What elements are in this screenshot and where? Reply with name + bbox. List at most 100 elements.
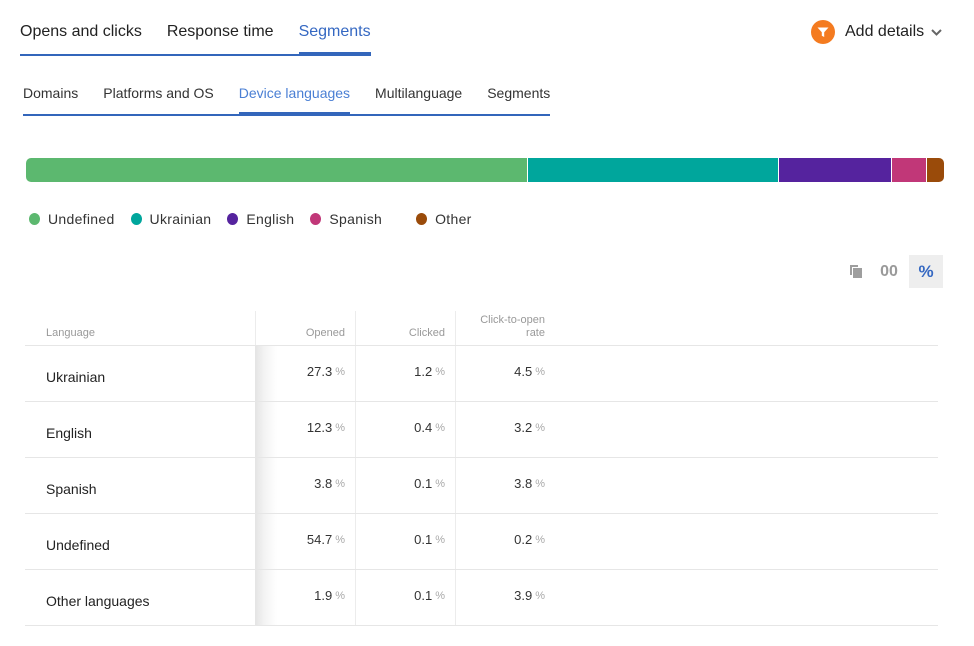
cell-spacer bbox=[555, 458, 938, 513]
percent-unit: % bbox=[435, 365, 445, 378]
subtab-platforms-and-os[interactable]: Platforms and OS bbox=[103, 70, 214, 116]
bar-segment-undefined[interactable] bbox=[26, 158, 529, 182]
add-details-label: Add details bbox=[845, 23, 925, 40]
absolute-values-toggle[interactable]: 00 bbox=[869, 255, 909, 288]
chart-legend: Undefined Ukrainian English Spanish Other bbox=[29, 211, 488, 227]
cell-value: 3.8 bbox=[314, 476, 333, 491]
cell-clicked: 0.1% bbox=[355, 514, 455, 569]
legend-item-other[interactable]: Other bbox=[416, 211, 472, 227]
percent-unit: % bbox=[335, 533, 345, 546]
cell-cto: 0.2% bbox=[455, 514, 555, 569]
report-tabs: Opens and clicks Response time Segments bbox=[20, 0, 371, 56]
cell-cto: 3.9% bbox=[455, 570, 555, 625]
header-cto-line2: rate bbox=[526, 327, 545, 339]
cell-clicked: 0.1% bbox=[355, 458, 455, 513]
percent-unit: % bbox=[335, 365, 345, 378]
legend-dot-icon bbox=[310, 213, 322, 225]
tab-segments[interactable]: Segments bbox=[298, 0, 371, 56]
cell-opened: 3.8% bbox=[255, 458, 355, 513]
legend-dot-icon bbox=[227, 213, 239, 225]
cell-value: 1.2 bbox=[414, 364, 433, 379]
copy-icon[interactable] bbox=[843, 255, 869, 288]
cell-value: 4.5 bbox=[514, 364, 533, 379]
cell-spacer bbox=[555, 402, 938, 457]
bar-segment-ukrainian[interactable] bbox=[528, 158, 779, 182]
add-details-button[interactable]: Add details bbox=[811, 20, 942, 44]
percent-unit: % bbox=[535, 477, 545, 490]
chevron-down-icon bbox=[930, 27, 942, 37]
cell-clicked: 0.1% bbox=[355, 570, 455, 625]
bar-segment-spanish[interactable] bbox=[891, 158, 927, 182]
percent-unit: % bbox=[535, 421, 545, 434]
cell-value: 1.9 bbox=[314, 588, 333, 603]
percent-unit: % bbox=[535, 589, 545, 602]
subtab-device-languages[interactable]: Device languages bbox=[238, 70, 351, 116]
legend-label: Other bbox=[435, 211, 472, 227]
legend-dot-icon bbox=[416, 213, 428, 225]
header-spacer bbox=[555, 311, 938, 345]
percent-unit: % bbox=[435, 421, 445, 434]
percent-unit: % bbox=[535, 365, 545, 378]
bar-segment-english[interactable] bbox=[778, 158, 892, 182]
cell-value: 27.3 bbox=[306, 364, 333, 379]
cell-cto: 4.5% bbox=[455, 346, 555, 401]
cell-language: Undefined bbox=[46, 536, 110, 553]
segment-tabs: Domains Platforms and OS Device language… bbox=[23, 70, 551, 116]
cell-language: Spanish bbox=[46, 480, 97, 497]
cell-opened: 12.3% bbox=[255, 402, 355, 457]
header-language[interactable]: Language bbox=[25, 311, 255, 345]
cell-language: Ukrainian bbox=[46, 368, 106, 385]
cell-clicked: 0.4% bbox=[355, 402, 455, 457]
legend-dot-icon bbox=[29, 213, 40, 225]
cell-clicked: 1.2% bbox=[355, 346, 455, 401]
legend-dot-icon bbox=[130, 213, 142, 225]
cell-value: 0.2 bbox=[514, 532, 533, 547]
language-share-bar bbox=[26, 158, 944, 182]
cell-opened: 54.7% bbox=[255, 514, 355, 569]
cell-value: 0.1 bbox=[414, 476, 433, 491]
cell-spacer bbox=[555, 514, 938, 569]
legend-label: Undefined bbox=[48, 211, 115, 227]
cell-value: 3.9 bbox=[514, 588, 533, 603]
cell-opened: 1.9% bbox=[255, 570, 355, 625]
header-cto-line1: Click-to-open bbox=[480, 314, 545, 326]
subtab-segments[interactable]: Segments bbox=[487, 70, 550, 116]
cell-value: 54.7 bbox=[306, 532, 333, 547]
subtab-multilanguage[interactable]: Multilanguage bbox=[375, 70, 462, 116]
legend-label: English bbox=[246, 211, 295, 227]
languages-table: Language Opened Clicked Click-to-open ra… bbox=[25, 311, 938, 626]
bar-segment-other[interactable] bbox=[926, 158, 944, 182]
cell-spacer bbox=[555, 346, 938, 401]
header-clicked[interactable]: Clicked bbox=[355, 311, 455, 345]
cell-value: 3.8 bbox=[514, 476, 533, 491]
funnel-icon bbox=[811, 20, 835, 44]
tab-opens-and-clicks[interactable]: Opens and clicks bbox=[20, 0, 142, 56]
cell-cto: 3.8% bbox=[455, 458, 555, 513]
view-toggles: 00 % bbox=[843, 255, 943, 288]
table-row: Spanish 3.8% 0.1% 3.8% bbox=[25, 458, 938, 514]
table-header: Language Opened Clicked Click-to-open ra… bbox=[25, 311, 938, 346]
cell-value: 0.1 bbox=[414, 588, 433, 603]
cell-language: Other languages bbox=[46, 592, 150, 609]
subtab-domains[interactable]: Domains bbox=[23, 70, 78, 116]
header-opened[interactable]: Opened bbox=[255, 311, 355, 345]
percent-unit: % bbox=[435, 477, 445, 490]
cell-cto: 3.2% bbox=[455, 402, 555, 457]
legend-item-ukrainian[interactable]: Ukrainian bbox=[130, 211, 212, 227]
cell-value: 0.4 bbox=[414, 420, 433, 435]
table-body: Ukrainian 27.3% 1.2% 4.5% English 12.3% 0.4% 3.… bbox=[25, 346, 938, 626]
percent-unit: % bbox=[335, 589, 345, 602]
cell-spacer bbox=[555, 570, 938, 625]
cell-value: 12.3 bbox=[306, 420, 333, 435]
cell-opened: 27.3% bbox=[255, 346, 355, 401]
table-row: Undefined 54.7% 0.1% 0.2% bbox=[25, 514, 938, 570]
percent-unit: % bbox=[435, 589, 445, 602]
tab-response-time[interactable]: Response time bbox=[167, 0, 274, 56]
legend-label: Spanish bbox=[329, 211, 383, 227]
percent-toggle[interactable]: % bbox=[909, 255, 943, 288]
legend-item-english[interactable]: English bbox=[227, 211, 294, 227]
legend-item-undefined[interactable]: Undefined bbox=[29, 211, 115, 227]
legend-item-spanish[interactable]: Spanish bbox=[310, 211, 382, 227]
percent-unit: % bbox=[535, 533, 545, 546]
header-click-to-open-rate[interactable]: Click-to-open rate bbox=[455, 311, 555, 345]
